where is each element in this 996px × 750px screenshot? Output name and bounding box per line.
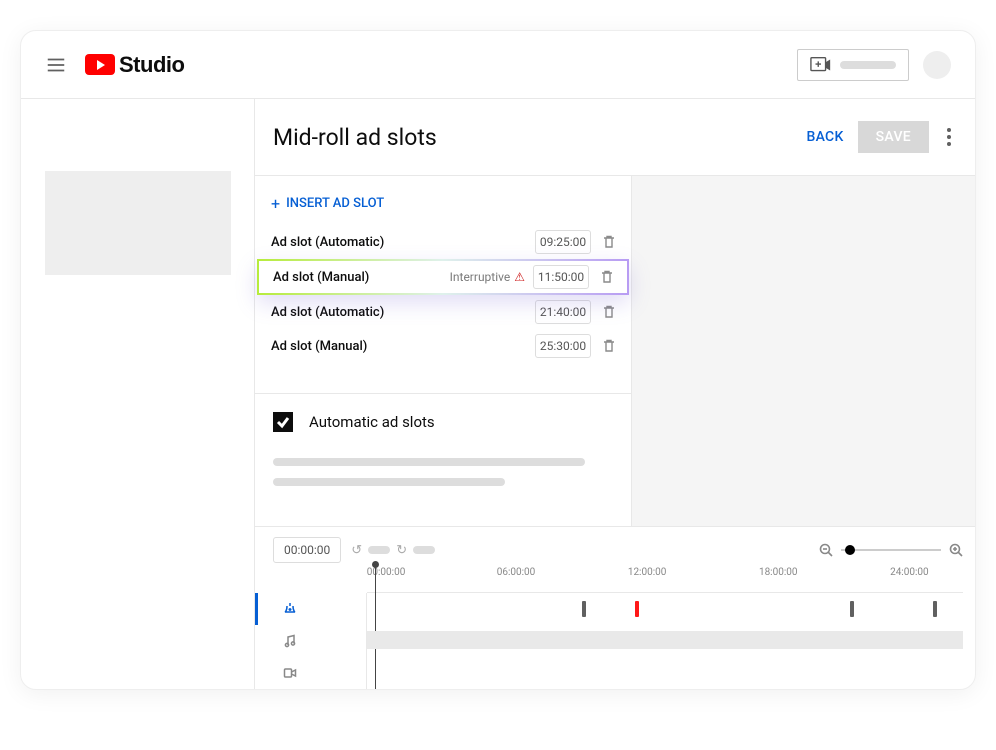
- insert-ad-slot-label: INSERT AD SLOT: [286, 196, 384, 211]
- ad-slot-note: Interruptive ⚠: [450, 270, 525, 284]
- ad-slot-row: Ad slot (Manual) 25:30:00: [255, 329, 631, 363]
- ad-slots-panel: + INSERT AD SLOT Ad slot (Automatic) 09:…: [255, 176, 632, 526]
- page-title: Mid-roll ad slots: [273, 124, 437, 151]
- ad-slot-label: Ad slot (Automatic): [271, 305, 384, 320]
- brand-text: Studio: [119, 52, 184, 78]
- timecode-input[interactable]: 00:00:00: [273, 537, 341, 563]
- audio-track-button[interactable]: [273, 625, 366, 657]
- ad-marker[interactable]: [850, 601, 854, 617]
- timeline-ruler[interactable]: 00:00:00 06:00:00 12:00:00 18:00:00 24:0…: [367, 569, 963, 593]
- ad-slot-time[interactable]: 11:50:00: [533, 265, 589, 289]
- video-track-button[interactable]: [273, 657, 366, 689]
- ad-slot-row: Ad slot (Automatic) 21:40:00: [255, 295, 631, 329]
- avatar[interactable]: [923, 51, 951, 79]
- delete-ad-slot-button[interactable]: [599, 302, 619, 322]
- ad-slot-time[interactable]: 21:40:00: [535, 300, 591, 324]
- sidebar: [21, 99, 255, 689]
- delete-ad-slot-button[interactable]: [597, 267, 617, 287]
- tick-label: 12:00:00: [628, 567, 667, 578]
- app-header: Studio: [21, 31, 975, 99]
- create-button[interactable]: [797, 49, 909, 81]
- studio-logo[interactable]: Studio: [85, 52, 184, 78]
- plus-icon: +: [271, 194, 280, 213]
- skeleton-line: [273, 478, 505, 486]
- delete-ad-slot-button[interactable]: [599, 336, 619, 356]
- timeline: 00:00:00 ↺ ↻ 00:00:00: [255, 526, 975, 689]
- automatic-ad-slots-label: Automatic ad slots: [309, 413, 435, 431]
- ad-slot-time[interactable]: 25:30:00: [535, 334, 591, 358]
- ads-track-button[interactable]: [273, 593, 366, 625]
- video-thumbnail[interactable]: [45, 171, 231, 275]
- tick-label: 00:00:00: [367, 567, 406, 578]
- automatic-ad-slots-checkbox[interactable]: [273, 412, 293, 432]
- tick-label: 06:00:00: [497, 567, 536, 578]
- tick-label: 18:00:00: [759, 567, 798, 578]
- ad-slot-time[interactable]: 09:25:00: [535, 230, 591, 254]
- zoom-thumb[interactable]: [845, 545, 855, 555]
- ad-marker[interactable]: [582, 601, 586, 617]
- menu-icon[interactable]: [45, 54, 67, 76]
- zoom-slider[interactable]: [819, 543, 963, 557]
- ad-slot-label: Ad slot (Manual): [273, 270, 369, 285]
- ad-slot-row: Ad slot (Manual) Interruptive ⚠ 11:50:00: [257, 259, 629, 295]
- zoom-out-icon: [819, 543, 833, 557]
- ad-slot-label: Ad slot (Manual): [271, 339, 367, 354]
- video-clip-track[interactable]: [367, 631, 963, 649]
- ad-marker-interruptive[interactable]: [635, 601, 639, 617]
- ad-markers-track[interactable]: [367, 593, 963, 625]
- undo-button[interactable]: ↺: [351, 543, 362, 558]
- ad-marker[interactable]: [933, 601, 937, 617]
- zoom-in-icon: [949, 543, 963, 557]
- ad-slot-row: Ad slot (Automatic) 09:25:00: [255, 225, 631, 259]
- more-options-button[interactable]: [943, 128, 955, 146]
- ad-slot-label: Ad slot (Automatic): [271, 235, 384, 250]
- skeleton-line: [273, 458, 585, 466]
- page-header: Mid-roll ad slots BACK SAVE: [255, 99, 975, 176]
- save-button[interactable]: SAVE: [858, 121, 929, 153]
- back-button[interactable]: BACK: [806, 129, 843, 145]
- redo-button[interactable]: ↻: [396, 543, 407, 558]
- video-preview: [632, 176, 975, 526]
- delete-ad-slot-button[interactable]: [599, 232, 619, 252]
- insert-ad-slot-button[interactable]: + INSERT AD SLOT: [255, 194, 631, 213]
- tick-label: 24:00:00: [890, 567, 929, 578]
- warning-icon: ⚠: [514, 270, 525, 284]
- youtube-play-icon: [85, 54, 115, 75]
